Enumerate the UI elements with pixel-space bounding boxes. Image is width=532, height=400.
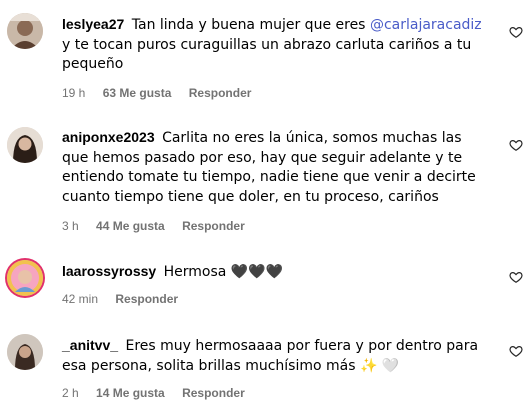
comment-body: laarossyrossy Hermosa 🖤🖤🖤: [62, 262, 482, 283]
comment-body: leslyea27 Tan linda y buena mujer que er…: [62, 15, 482, 75]
comment-meta: 2 h 14 Me gusta Responder: [62, 386, 259, 400]
heart-outline-icon[interactable]: [509, 138, 523, 152]
comment-text-continued: y te tocan puros curaguillas un abrazo c…: [62, 36, 472, 73]
avatar[interactable]: [7, 13, 43, 49]
comment-username[interactable]: aniponxe2023: [62, 129, 155, 145]
comment-text: Eres muy hermosaaaa por fuera y por dent…: [62, 338, 479, 374]
comment-like-count[interactable]: 44 Me gusta: [96, 219, 165, 233]
avatar[interactable]: [7, 334, 43, 370]
comment-body: _anitvv_ Eres muy hermosaaaa por fuera y…: [62, 336, 482, 376]
comment-timestamp[interactable]: 2 h: [62, 386, 79, 400]
comment-meta: 3 h 44 Me gusta Responder: [62, 219, 259, 233]
comment-username[interactable]: _anitvv_: [62, 337, 118, 353]
heart-outline-icon[interactable]: [509, 25, 523, 39]
comment-meta: 42 min Responder: [62, 292, 192, 306]
comment-like-count[interactable]: 14 Me gusta: [96, 386, 165, 400]
comment-username[interactable]: leslyea27: [62, 16, 124, 32]
comment-timestamp[interactable]: 3 h: [62, 219, 79, 233]
comment-username[interactable]: laarossyrossy: [62, 263, 156, 279]
comment-text: Hermosa 🖤🖤🖤: [163, 264, 284, 280]
avatar[interactable]: [7, 260, 43, 296]
comment-timestamp[interactable]: 42 min: [62, 292, 98, 306]
comment-timestamp[interactable]: 19 h: [62, 86, 85, 100]
comment-meta: 19 h 63 Me gusta Responder: [62, 86, 265, 100]
reply-button[interactable]: Responder: [182, 219, 245, 233]
comment-text: Tan linda y buena mujer que eres: [131, 17, 370, 33]
reply-button[interactable]: Responder: [182, 386, 245, 400]
reply-button[interactable]: Responder: [115, 292, 178, 306]
reply-button[interactable]: Responder: [189, 86, 252, 100]
heart-outline-icon[interactable]: [509, 270, 523, 284]
comment-body: aniponxe2023 Carlita no eres la única, s…: [62, 128, 482, 207]
comment-like-count[interactable]: 63 Me gusta: [103, 86, 172, 100]
avatar[interactable]: [7, 127, 43, 163]
mention-link[interactable]: @carlajaracadiz: [370, 17, 482, 33]
heart-outline-icon[interactable]: [509, 344, 523, 358]
